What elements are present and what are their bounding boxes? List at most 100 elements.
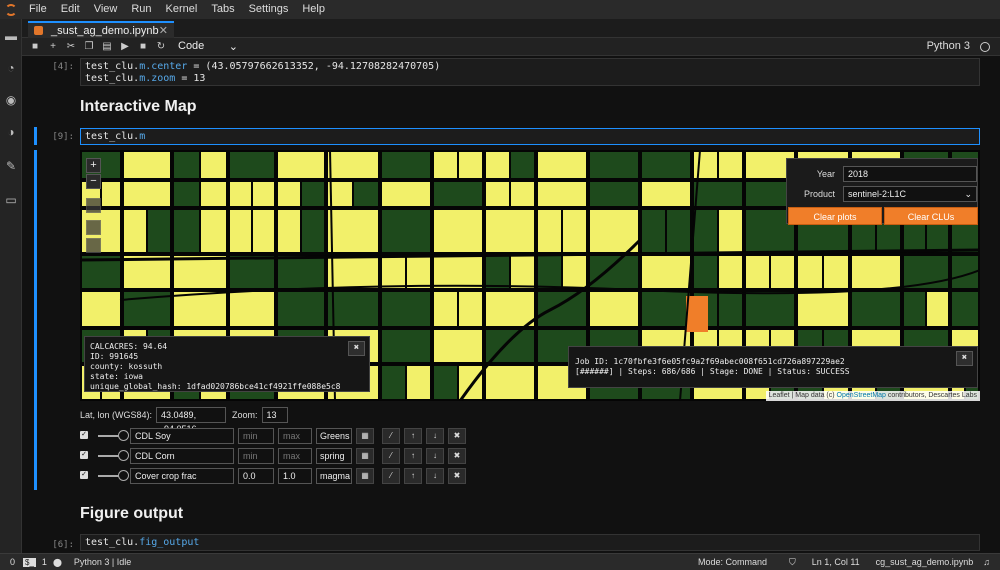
opacity-slider-handle[interactable] [118,450,129,461]
crop-field [278,182,300,206]
add-cell-icon[interactable]: + [44,38,62,56]
tab-title: _sust_ag_demo.ipynb [51,24,159,37]
opacity-slider-handle[interactable] [118,430,129,441]
kernel-name[interactable]: Python 3 [927,40,970,52]
layer-max-input[interactable]: max [278,428,312,444]
running-icon[interactable]: ◔ [4,61,18,75]
save-icon[interactable]: ■ [26,38,44,56]
zoom-in-button[interactable]: + [86,158,101,173]
arrow-down-icon[interactable]: ↓ [426,468,444,484]
crop-field [124,152,170,178]
copy-icon[interactable]: ❐ [80,38,98,56]
code-cell-input[interactable]: test_clu.m [80,128,980,145]
code-cell-input[interactable]: test_clu.fig_output [80,534,980,551]
menu-file[interactable]: File [22,0,54,19]
crop-field [382,366,405,399]
layer-min-input[interactable]: min [238,428,274,444]
tabs-icon[interactable]: ▭ [4,193,18,207]
magic-wand-icon[interactable]: ⁄ [382,428,400,444]
clear-clus-button[interactable]: Clear CLUs [884,207,978,225]
zoom-out-button[interactable]: − [86,174,101,189]
product-select[interactable]: sentinel-2:L1C ⌄ [843,186,977,202]
cut-icon[interactable]: ✂ [62,38,80,56]
opacity-slider[interactable] [98,435,120,437]
latlon-field[interactable]: 43.0489, -94.0516 [156,406,227,434]
zoom-field[interactable]: 13 [261,406,288,423]
colormap-select[interactable]: magma [316,468,352,484]
status-bar: 0 $_ 1 ⬤ Python 3 | Idle Mode: Command ⛉… [0,553,1000,570]
terminal-icon[interactable]: $_ [23,557,36,567]
folder-icon[interactable]: ▬ [4,29,18,43]
menu-edit[interactable]: Edit [54,0,87,19]
close-icon[interactable]: ✖ [348,341,365,356]
close-tab-icon[interactable]: ✕ [159,24,168,37]
draw-polygon-icon[interactable] [86,220,101,235]
grid-icon[interactable]: ▦ [356,428,374,444]
layer-max-input[interactable]: 1.0 [278,468,312,484]
menu-settings[interactable]: Settings [242,0,296,19]
arrow-up-icon[interactable]: ↑ [404,468,422,484]
cell-type-select[interactable]: Code ⌄ [178,40,238,53]
crop-field [201,152,226,178]
bell-icon[interactable]: ♫ [983,557,990,567]
clear-plots-button[interactable]: Clear plots [788,207,882,225]
code-token: test_clu. [85,61,140,72]
shield-icon: ⛉ [789,556,796,567]
layer-visible-checkbox[interactable]: ✓ [80,431,88,439]
layer-name-field[interactable]: Cover crop frac [130,468,234,484]
osm-link[interactable]: OpenStreetMap [837,392,886,399]
stop-icon[interactable]: ■ [134,38,152,56]
menu-kernel[interactable]: Kernel [159,0,205,19]
layer-max-input[interactable]: max [278,448,312,464]
layer-name-field[interactable]: CDL Corn [130,448,234,464]
crop-field [642,210,665,252]
crop-field [102,182,120,206]
palette-icon[interactable]: ◑ [4,125,18,139]
grid-icon[interactable]: ▦ [356,468,374,484]
draw-marker-icon[interactable] [86,238,101,253]
arrow-up-icon[interactable]: ↑ [404,448,422,464]
arrow-down-icon[interactable]: ↓ [426,448,444,464]
crop-field [328,152,378,178]
menu-run[interactable]: Run [124,0,158,19]
mode-indicator: Mode: Command [698,557,768,567]
layer-min-input[interactable]: min [238,448,274,464]
colormap-select[interactable]: Greens [316,428,352,444]
remove-layer-icon[interactable]: ✖ [448,428,466,444]
remove-layer-icon[interactable]: ✖ [448,448,466,464]
grid-icon[interactable]: ▦ [356,448,374,464]
code-cell-input[interactable]: test_clu.m.center = (43.05797662613352, … [80,58,980,86]
magic-wand-icon[interactable]: ⁄ [382,468,400,484]
opacity-slider[interactable] [98,455,120,457]
run-icon[interactable]: ▶ [116,38,134,56]
paste-icon[interactable]: ▤ [98,38,116,56]
opacity-slider-handle[interactable] [118,470,129,481]
code-token: test_clu. [85,131,140,142]
cursor-position[interactable]: Ln 1, Col 11 [812,557,860,567]
remove-layer-icon[interactable]: ✖ [448,468,466,484]
layer-min-input[interactable]: 0.0 [238,468,274,484]
arrow-up-icon[interactable]: ↑ [404,428,422,444]
notebook-tab[interactable]: _sust_ag_demo.ipynb ✕ [28,21,174,38]
layer-name-field[interactable]: CDL Soy [130,428,234,444]
colormap-select[interactable]: spring [316,448,352,464]
wrench-icon[interactable]: ✎ [4,159,18,173]
close-icon[interactable]: ✖ [956,351,973,366]
menu-tabs[interactable]: Tabs [204,0,241,19]
stop-circle-icon[interactable]: ◉ [4,93,18,107]
menu-help[interactable]: Help [295,0,332,19]
notebook-panel: [4]: test_clu.m.center = (43.05797662613… [22,56,1000,553]
layer-visible-checkbox[interactable]: ✓ [80,471,88,479]
opacity-slider[interactable] [98,475,120,477]
layer-visible-checkbox[interactable]: ✓ [80,451,88,459]
arrow-down-icon[interactable]: ↓ [426,428,444,444]
restart-icon[interactable]: ↻ [152,38,170,56]
crop-field [563,210,586,252]
draw-rectangle-icon[interactable] [86,198,101,213]
menu-view[interactable]: View [87,0,125,19]
year-input[interactable]: 2018 [843,166,977,182]
magic-wand-icon[interactable]: ⁄ [382,448,400,464]
kernel-status[interactable]: Python 3 | Idle [74,557,131,567]
leaflet-map[interactable]: + − Year 2018 Product sentinel-2:L1C ⌄ C… [80,150,980,401]
crop-field [201,182,226,206]
